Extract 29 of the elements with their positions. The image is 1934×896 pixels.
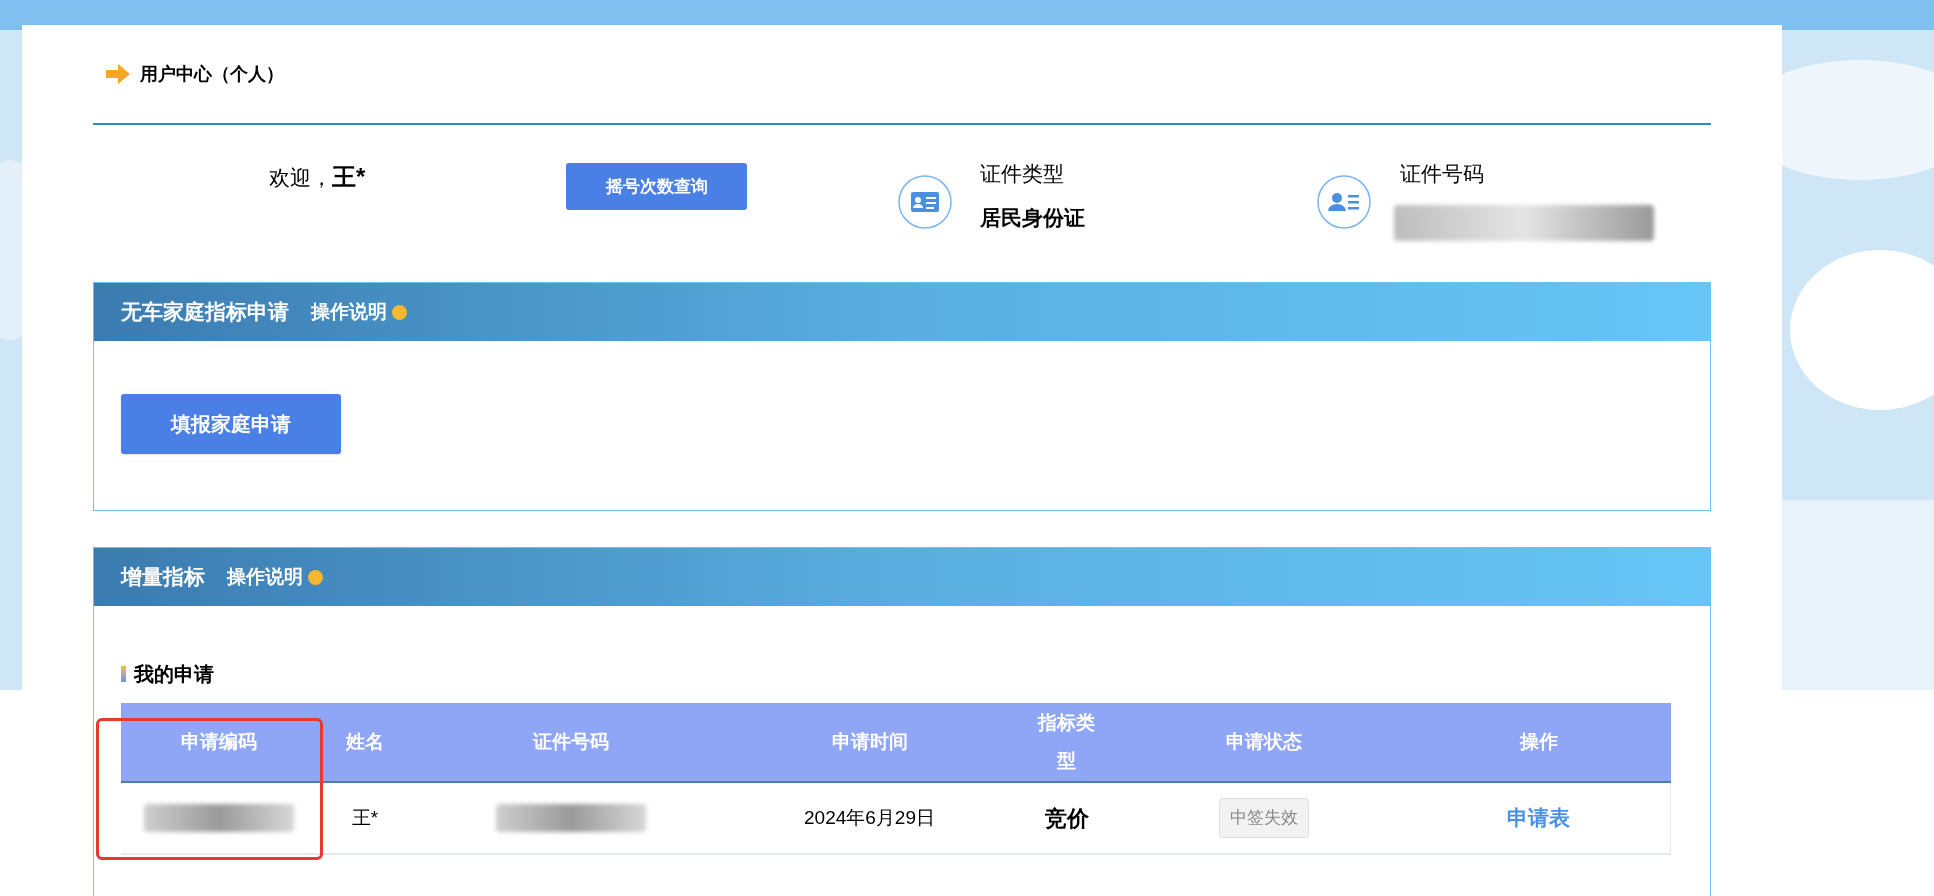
- subtitle: 我的申请: [134, 662, 214, 687]
- column-header: 操作: [1519, 730, 1558, 754]
- section-title: 无车家庭指标申请: [121, 299, 289, 326]
- column-header: 申请状态: [1226, 730, 1302, 754]
- table-cell-text: 2024年6月29日: [804, 805, 935, 830]
- field-value: 居民身份证: [980, 205, 1085, 231]
- welcome-text: 欢迎，: [269, 165, 332, 191]
- column-header: 姓名: [346, 730, 384, 754]
- column-header: 申请时间: [831, 730, 908, 754]
- query-button[interactable]: 摇号次数查询: [566, 163, 747, 210]
- user-name: 王*: [332, 162, 366, 192]
- column-header: 证件号码: [532, 730, 609, 754]
- person-card-icon: [1317, 175, 1371, 229]
- column-header: 指标类型: [1036, 711, 1096, 773]
- table-cell-text: 王*: [351, 805, 379, 830]
- application-form-link[interactable]: 申请表: [1507, 802, 1570, 834]
- fill-application-button[interactable]: 填报家庭申请: [121, 394, 341, 454]
- field-label: 证件类型: [980, 161, 1064, 187]
- id-card-icon: [898, 175, 952, 229]
- page-title: 用户中心（个人）: [140, 62, 284, 86]
- help-link[interactable]: 操作说明: [311, 297, 387, 327]
- status-badge: 中签失效: [1219, 798, 1309, 838]
- section-title: 增量指标: [121, 564, 205, 591]
- field-label: 证件号码: [1400, 161, 1484, 187]
- arrow-icon: [106, 64, 130, 84]
- help-link[interactable]: 操作说明: [227, 562, 303, 592]
- section-marker: [121, 666, 126, 682]
- table-cell-text: 竞价: [1044, 804, 1089, 833]
- column-header: 申请编码: [181, 730, 257, 754]
